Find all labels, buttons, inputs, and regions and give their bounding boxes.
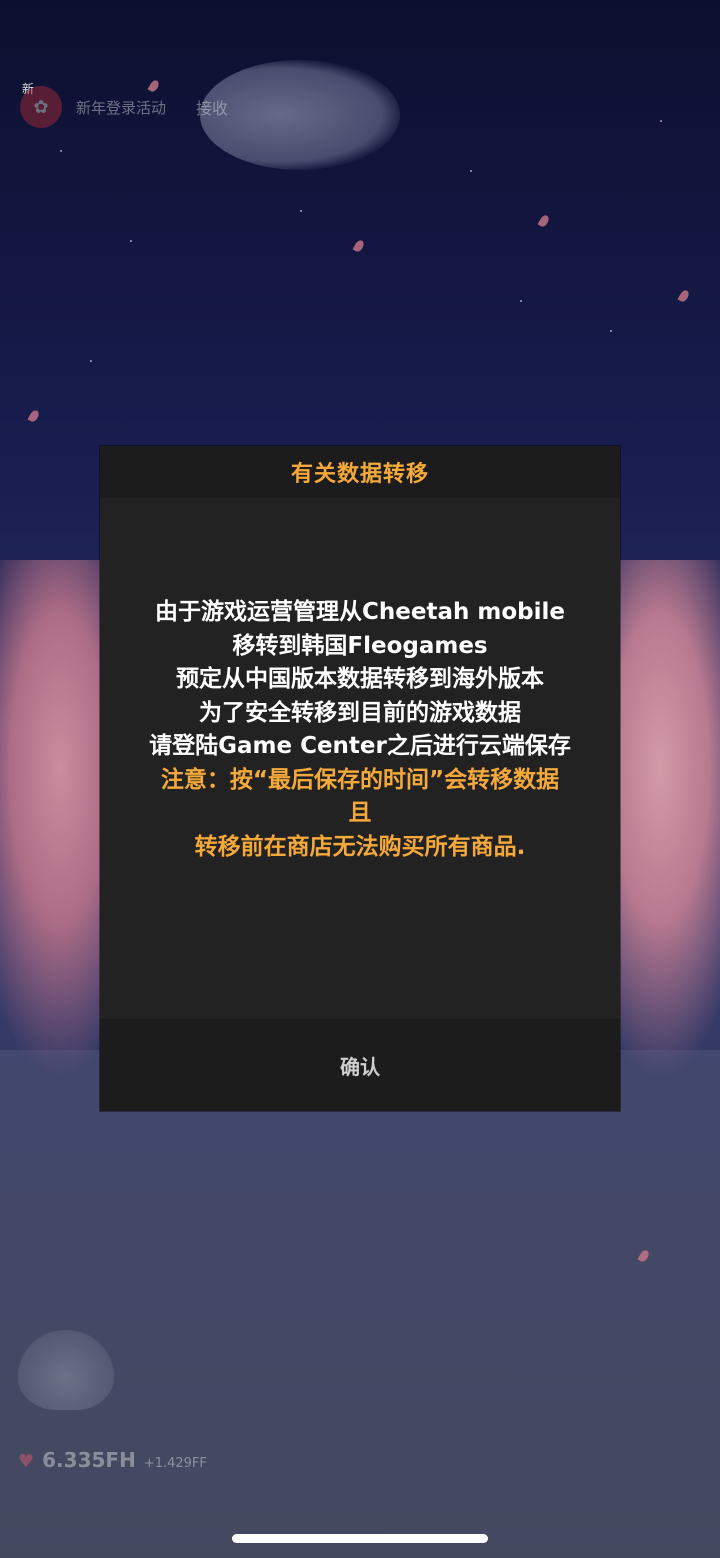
message-line: 请登陆Game Center之后进行云端保存 xyxy=(149,733,571,759)
home-indicator[interactable] xyxy=(232,1534,488,1543)
data-transfer-dialog: 有关数据转移 由于游戏运营管理从Cheetah mobile 移转到韩国Fleo… xyxy=(100,446,620,1111)
dialog-title: 有关数据转移 xyxy=(290,462,429,487)
warning-line: 转移前在商店无法购买所有商品. xyxy=(194,833,526,860)
dialog-message: 由于游戏运营管理从Cheetah mobile 移转到韩国Fleogames 预… xyxy=(100,596,620,864)
warning-line: 且 xyxy=(348,800,372,826)
dialog-footer: 确认 xyxy=(100,1019,620,1111)
message-line: 预定从中国版本数据转移到海外版本 xyxy=(176,666,544,692)
dialog-header: 有关数据转移 xyxy=(100,446,620,498)
message-line: 由于游戏运营管理从Cheetah mobile xyxy=(155,599,565,625)
message-line: 移转到韩国Fleogames xyxy=(232,632,488,659)
confirm-button[interactable]: 确认 xyxy=(310,1041,410,1090)
message-line: 为了安全转移到目前的游戏数据 xyxy=(199,699,521,726)
warning-line: 注意：按“最后保存的时间”会转移数据 xyxy=(160,766,560,793)
